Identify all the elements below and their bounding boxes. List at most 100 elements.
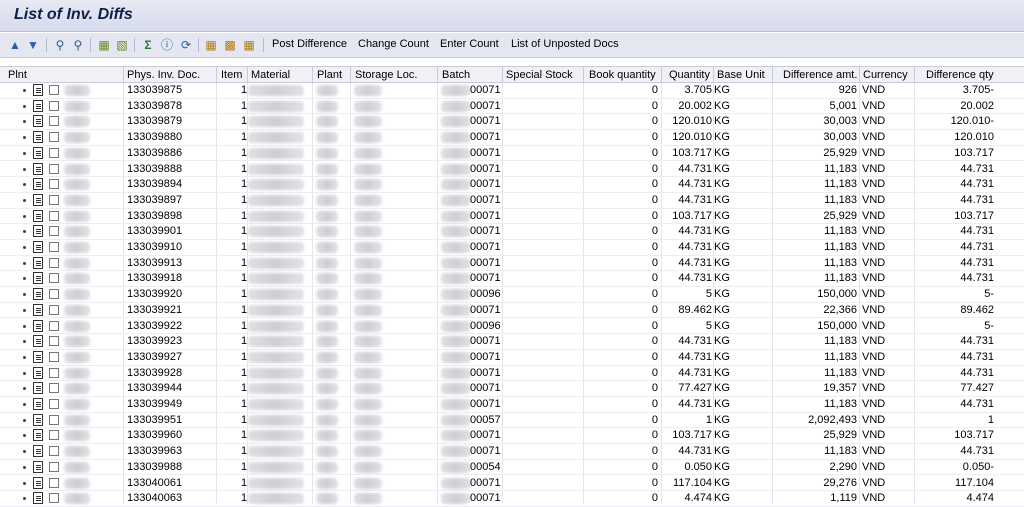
phys-inv-doc-cell[interactable]: 133039913 — [127, 257, 182, 270]
row-select-checkbox[interactable] — [49, 336, 59, 347]
phys-inv-doc-cell[interactable]: 133039949 — [127, 398, 182, 411]
table-row[interactable]: 133039897 1 00071 0 44.731 KG 11,183 VND 44.731 — [0, 193, 1024, 209]
table-row[interactable]: 133039949 1 00071 0 44.731 KG 11,183 VND 44.731 — [0, 397, 1024, 413]
document-icon[interactable] — [33, 162, 43, 175]
document-icon[interactable] — [33, 413, 43, 426]
row-select-checkbox[interactable] — [49, 367, 59, 378]
document-icon[interactable] — [33, 256, 43, 269]
row-select-checkbox[interactable] — [49, 477, 59, 488]
document-icon[interactable] — [33, 288, 43, 301]
row-select-checkbox[interactable] — [49, 163, 59, 174]
phys-inv-doc-cell[interactable]: 133039988 — [127, 461, 182, 474]
row-select-checkbox[interactable] — [49, 289, 59, 300]
find-icon[interactable]: ⚲ — [52, 37, 68, 53]
document-icon[interactable] — [33, 445, 43, 458]
row-select-checkbox[interactable] — [49, 446, 59, 457]
document-icon[interactable] — [33, 84, 43, 96]
row-select-checkbox[interactable] — [49, 242, 59, 252]
phys-inv-doc-cell[interactable]: 133039886 — [127, 147, 182, 160]
table-row[interactable]: 133039951 1 00057 0 1 KG 2,092,493 VND 1 — [0, 413, 1024, 429]
column-header-material[interactable]: Material — [251, 69, 290, 81]
phys-inv-doc-cell[interactable]: 133039960 — [127, 429, 182, 442]
phys-inv-doc-cell[interactable]: 133039901 — [127, 225, 182, 238]
document-icon[interactable] — [33, 146, 43, 159]
row-select-checkbox[interactable] — [49, 194, 59, 205]
phys-inv-doc-cell[interactable]: 133040061 — [127, 477, 182, 490]
row-select-checkbox[interactable] — [49, 304, 59, 315]
row-select-checkbox[interactable] — [49, 210, 59, 221]
choose-layout-icon[interactable]: ▩ — [222, 37, 238, 53]
document-icon[interactable] — [33, 193, 43, 206]
table-row[interactable]: 133039920 1 00096 0 5 KG 150,000 VND 5- — [0, 287, 1024, 303]
save-layout-icon[interactable]: ▦ — [241, 37, 257, 53]
row-select-checkbox[interactable] — [49, 493, 59, 504]
phys-inv-doc-cell[interactable]: 133039920 — [127, 288, 182, 301]
row-select-checkbox[interactable] — [49, 430, 59, 441]
document-icon[interactable] — [33, 178, 43, 191]
table-row[interactable]: 133039918 1 00071 0 44.731 KG 11,183 VND 44.731 — [0, 271, 1024, 288]
document-icon[interactable] — [33, 460, 43, 473]
row-select-checkbox[interactable] — [49, 273, 59, 284]
row-select-checkbox[interactable] — [49, 147, 59, 158]
table-row[interactable]: 133039910 1 00071 0 44.731 KG 11,183 VND 44.731 — [0, 240, 1024, 256]
phys-inv-doc-cell[interactable]: 133039951 — [127, 414, 182, 427]
column-header-difference-amt[interactable]: Difference amt. — [783, 69, 857, 81]
table-row[interactable]: 133039879 1 00071 0 120.010 KG 30,003 VND 120.01… — [0, 114, 1024, 131]
column-header-base-unit[interactable]: Base Unit — [717, 69, 765, 81]
column-header-book-quantity[interactable]: Book quantity — [589, 69, 656, 81]
document-icon[interactable] — [33, 209, 43, 222]
phys-inv-doc-cell[interactable]: 133039894 — [127, 178, 182, 191]
phys-inv-doc-cell[interactable]: 133039921 — [127, 304, 182, 317]
sort-descending-icon[interactable]: ▼ — [25, 37, 41, 53]
table-row[interactable]: 133039928 1 00071 0 44.731 KG 11,183 VND 44.731 — [0, 366, 1024, 382]
list-unposted-docs-button[interactable]: List of Unposted Docs — [511, 38, 619, 50]
document-icon[interactable] — [33, 131, 43, 144]
row-select-checkbox[interactable] — [49, 414, 59, 425]
table-row[interactable]: 133039988 1 00054 0 0.050 KG 2,290 VND 0.050- — [0, 460, 1024, 476]
row-select-checkbox[interactable] — [49, 100, 59, 111]
document-icon[interactable] — [33, 115, 43, 128]
row-select-checkbox[interactable] — [49, 257, 59, 268]
column-header-difference-qty[interactable]: Difference qty — [926, 69, 994, 81]
table-row[interactable]: 133039894 1 00071 0 44.731 KG 11,183 VND 44.731 — [0, 177, 1024, 193]
document-icon[interactable] — [33, 241, 43, 253]
enter-count-button[interactable]: Enter Count — [440, 38, 499, 50]
document-icon[interactable] — [33, 319, 43, 332]
phys-inv-doc-cell[interactable]: 133039963 — [127, 445, 182, 458]
table-row[interactable]: 133039880 1 00071 0 120.010 KG 30,003 VND 120.01… — [0, 130, 1024, 146]
document-icon[interactable] — [33, 398, 43, 410]
subtotal-icon[interactable]: ⓘ — [159, 37, 175, 53]
document-icon[interactable] — [33, 366, 43, 379]
document-icon[interactable] — [33, 350, 43, 363]
table-row[interactable]: 133039898 1 00071 0 103.717 KG 25,929 VND 103.71… — [0, 209, 1024, 225]
phys-inv-doc-cell[interactable]: 133039880 — [127, 131, 182, 144]
phys-inv-doc-cell[interactable]: 133039927 — [127, 351, 182, 364]
column-header-plant[interactable]: Plant — [317, 69, 342, 81]
table-row[interactable]: 133039963 1 00071 0 44.731 KG 11,183 VND 44.731 — [0, 444, 1024, 460]
grid-layout-icon[interactable]: ▦ — [203, 37, 219, 53]
column-header-item[interactable]: Item — [221, 69, 242, 81]
row-select-checkbox[interactable] — [49, 226, 59, 237]
column-header-batch[interactable]: Batch — [442, 69, 470, 81]
table-row[interactable]: 133039922 1 00096 0 5 KG 150,000 VND 5- — [0, 319, 1024, 335]
phys-inv-doc-cell[interactable]: 133039918 — [127, 272, 182, 285]
table-row[interactable]: 133039913 1 00071 0 44.731 KG 11,183 VND 44.731 — [0, 256, 1024, 272]
phys-inv-doc-cell[interactable]: 133039878 — [127, 100, 182, 113]
table-row[interactable]: 133039888 1 00071 0 44.731 KG 11,183 VND 44.731 — [0, 162, 1024, 178]
set-filter-icon[interactable]: ▦ — [96, 37, 112, 53]
document-icon[interactable] — [33, 492, 43, 505]
phys-inv-doc-cell[interactable]: 133039875 — [127, 84, 182, 97]
table-row[interactable]: 133039923 1 00071 0 44.731 KG 11,183 VND 44.731 — [0, 334, 1024, 350]
phys-inv-doc-cell[interactable]: 133039944 — [127, 382, 182, 395]
phys-inv-doc-cell[interactable]: 133040063 — [127, 492, 182, 505]
table-row[interactable]: 133039886 1 00071 0 103.717 KG 25,929 VND 103.71… — [0, 146, 1024, 162]
document-icon[interactable] — [33, 476, 43, 489]
delete-filter-icon[interactable]: ▧ — [114, 37, 130, 53]
phys-inv-doc-cell[interactable]: 133039888 — [127, 163, 182, 176]
phys-inv-doc-cell[interactable]: 133039922 — [127, 320, 182, 333]
table-row[interactable]: 133039927 1 00071 0 44.731 KG 11,183 VND 44.731 — [0, 350, 1024, 366]
phys-inv-doc-cell[interactable]: 133039879 — [127, 115, 182, 128]
row-select-checkbox[interactable] — [49, 116, 59, 127]
column-header-quantity[interactable]: Quantity — [669, 69, 710, 81]
table-row[interactable]: 133039875 1 00071 0 3.705 KG 926 VND 3.705- — [0, 83, 1024, 99]
